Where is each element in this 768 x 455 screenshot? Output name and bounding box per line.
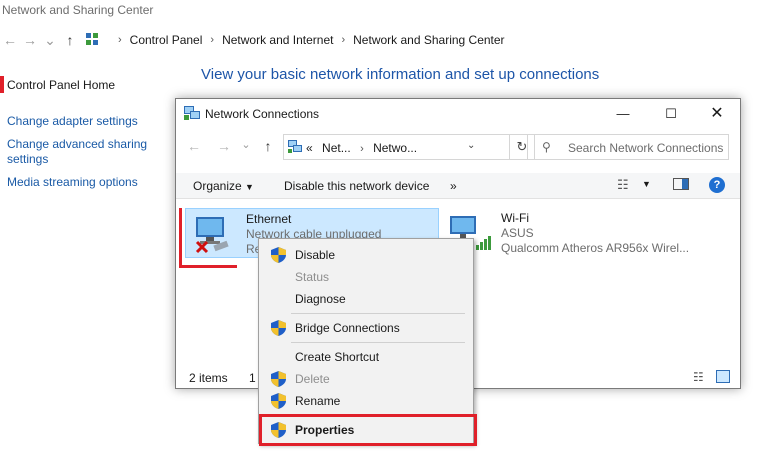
selection-marker bbox=[0, 76, 4, 93]
address-input[interactable]: « Net... › Netwo... ⌄ bbox=[283, 134, 510, 160]
window-title: Network Connections bbox=[205, 107, 320, 121]
address-dropdown-icon[interactable]: ⌄ bbox=[467, 140, 475, 151]
address-crumb-network[interactable]: Netwo... bbox=[373, 141, 417, 155]
search-placeholder: Search Network Connections bbox=[568, 141, 724, 155]
title-bar[interactable]: Network Connections — ☐ ✕ bbox=[176, 99, 740, 129]
dropdown-chevron-icon[interactable]: ⌄ bbox=[42, 32, 58, 49]
network-connections-icon bbox=[184, 106, 200, 120]
signal-bars-icon bbox=[476, 236, 491, 250]
sidebar-link-control-panel-home[interactable]: Control Panel Home bbox=[7, 78, 167, 93]
close-button[interactable]: ✕ bbox=[694, 103, 740, 125]
up-arrow-icon[interactable]: ↑ bbox=[62, 32, 78, 48]
address-bar: ← → ⌄ ↑ « Net... › Netwo... ⌄ ↻ ⚲ Search… bbox=[176, 131, 740, 165]
breadcrumb-separator: › bbox=[210, 34, 215, 46]
minimize-button[interactable]: — bbox=[600, 103, 646, 125]
annotation-bracket bbox=[179, 208, 182, 268]
tiles-view-icon[interactable] bbox=[716, 370, 730, 383]
menu-separator bbox=[291, 342, 465, 343]
sidebar-link-advanced-sharing[interactable]: Change advanced sharing settings bbox=[7, 137, 157, 167]
breadcrumb: › Control Panel › Network and Internet ›… bbox=[86, 33, 505, 47]
preview-pane-icon[interactable] bbox=[673, 178, 689, 190]
page-heading: View your basic network information and … bbox=[201, 66, 600, 83]
view-options-icon[interactable]: ☷ bbox=[617, 177, 629, 193]
disconnected-x-icon bbox=[195, 240, 209, 254]
search-input[interactable]: ⚲ Search Network Connections bbox=[527, 134, 729, 160]
address-overflow[interactable]: « bbox=[306, 141, 313, 155]
adapter-tile-wifi[interactable]: Wi-Fi ASUS Qualcomm Atheros AR956x Wirel… bbox=[446, 208, 726, 258]
breadcrumb-separator: › bbox=[341, 34, 346, 46]
breadcrumb-control-panel[interactable]: Control Panel bbox=[130, 33, 203, 47]
menu-item-rename[interactable]: Rename bbox=[261, 390, 471, 412]
sidebar-link-adapter-settings[interactable]: Change adapter settings bbox=[7, 114, 167, 129]
more-commands-button[interactable]: » bbox=[450, 179, 457, 193]
adapter-status: ASUS bbox=[501, 226, 534, 240]
breadcrumb-network-sharing-center[interactable]: Network and Sharing Center bbox=[353, 33, 504, 47]
adapter-name: Wi-Fi bbox=[501, 211, 529, 225]
menu-item-create-shortcut[interactable]: Create Shortcut bbox=[261, 346, 471, 368]
item-count: 2 items bbox=[189, 371, 228, 385]
organize-menu[interactable]: Organize ▼ bbox=[193, 179, 254, 193]
sidebar-link-media-streaming[interactable]: Media streaming options bbox=[7, 175, 167, 190]
maximize-button[interactable]: ☐ bbox=[648, 103, 694, 125]
disable-device-button[interactable]: Disable this network device bbox=[284, 179, 429, 193]
annotation-bracket bbox=[179, 265, 237, 268]
forward-arrow-icon[interactable]: → bbox=[22, 32, 38, 48]
back-arrow-icon[interactable]: ← bbox=[186, 138, 202, 154]
menu-item-diagnose[interactable]: Diagnose bbox=[261, 288, 471, 310]
recent-dropdown-icon[interactable]: ⌄ bbox=[238, 138, 254, 151]
network-center-icon bbox=[86, 33, 100, 47]
window-title: Network and Sharing Center bbox=[2, 3, 154, 17]
view-dropdown-icon[interactable]: ▼ bbox=[642, 179, 651, 189]
menu-item-disable[interactable]: Disable bbox=[261, 244, 471, 266]
address-crumb-net[interactable]: Net... bbox=[322, 141, 351, 155]
up-arrow-icon[interactable]: ↑ bbox=[260, 138, 276, 154]
chevron-down-icon: ▼ bbox=[245, 182, 254, 192]
forward-arrow-icon[interactable]: → bbox=[216, 138, 232, 154]
search-icon: ⚲ bbox=[542, 140, 551, 154]
command-toolbar: Organize ▼ Disable this network device »… bbox=[176, 173, 740, 199]
details-view-icon[interactable]: ☷ bbox=[693, 370, 704, 384]
uac-shield-icon bbox=[271, 247, 286, 263]
menu-separator bbox=[291, 313, 465, 314]
navigation-bar: ← → ⌄ ↑ › Control Panel › Network and In… bbox=[0, 29, 768, 53]
menu-item-delete[interactable]: Delete bbox=[261, 368, 471, 390]
breadcrumb-separator: › bbox=[118, 34, 122, 46]
menu-item-status[interactable]: Status bbox=[261, 266, 471, 288]
adapter-device: Qualcomm Atheros AR956x Wirel... bbox=[501, 241, 690, 255]
breadcrumb-network-and-internet[interactable]: Network and Internet bbox=[222, 33, 333, 47]
uac-shield-icon bbox=[271, 371, 286, 387]
uac-shield-icon bbox=[271, 320, 286, 336]
help-icon[interactable]: ? bbox=[709, 177, 725, 193]
back-arrow-icon[interactable]: ← bbox=[2, 32, 18, 48]
address-separator: › bbox=[360, 143, 364, 155]
address-path: « Net... › Netwo... bbox=[306, 141, 417, 155]
network-connections-icon bbox=[288, 140, 302, 153]
uac-shield-icon bbox=[271, 393, 286, 409]
refresh-icon: ↻ bbox=[516, 139, 528, 154]
adapter-name: Ethernet bbox=[246, 212, 292, 226]
menu-item-bridge-connections[interactable]: Bridge Connections bbox=[261, 317, 471, 339]
annotation-highlight-box bbox=[259, 414, 477, 446]
